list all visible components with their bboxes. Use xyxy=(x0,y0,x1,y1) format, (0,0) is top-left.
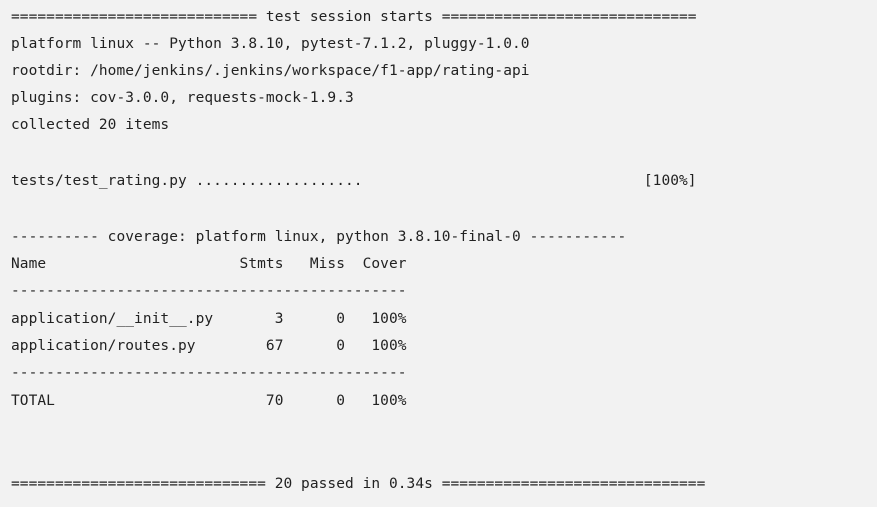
session-start-banner: ============================ test sessio… xyxy=(11,9,697,25)
coverage-row: application/__init__.py 3 0 100% xyxy=(11,311,407,327)
terminal-output: ============================ test sessio… xyxy=(0,0,877,507)
coverage-header: ---------- coverage: platform linux, pyt… xyxy=(11,229,627,245)
coverage-table-header: Name Stmts Miss Cover xyxy=(11,256,407,272)
session-summary-banner: ============================= 20 passed … xyxy=(11,476,706,492)
rootdir-info: rootdir: /home/jenkins/.jenkins/workspac… xyxy=(11,63,530,79)
test-progress-line: tests/test_rating.py ...................… xyxy=(11,173,697,189)
coverage-separator: ----------------------------------------… xyxy=(11,283,407,299)
plugins-info: plugins: cov-3.0.0, requests-mock-1.9.3 xyxy=(11,90,354,106)
coverage-total-row: TOTAL 70 0 100% xyxy=(11,393,407,409)
coverage-row: application/routes.py 67 0 100% xyxy=(11,338,407,354)
collected-items: collected 20 items xyxy=(11,117,170,133)
coverage-separator: ----------------------------------------… xyxy=(11,365,407,381)
platform-info: platform linux -- Python 3.8.10, pytest-… xyxy=(11,36,530,52)
